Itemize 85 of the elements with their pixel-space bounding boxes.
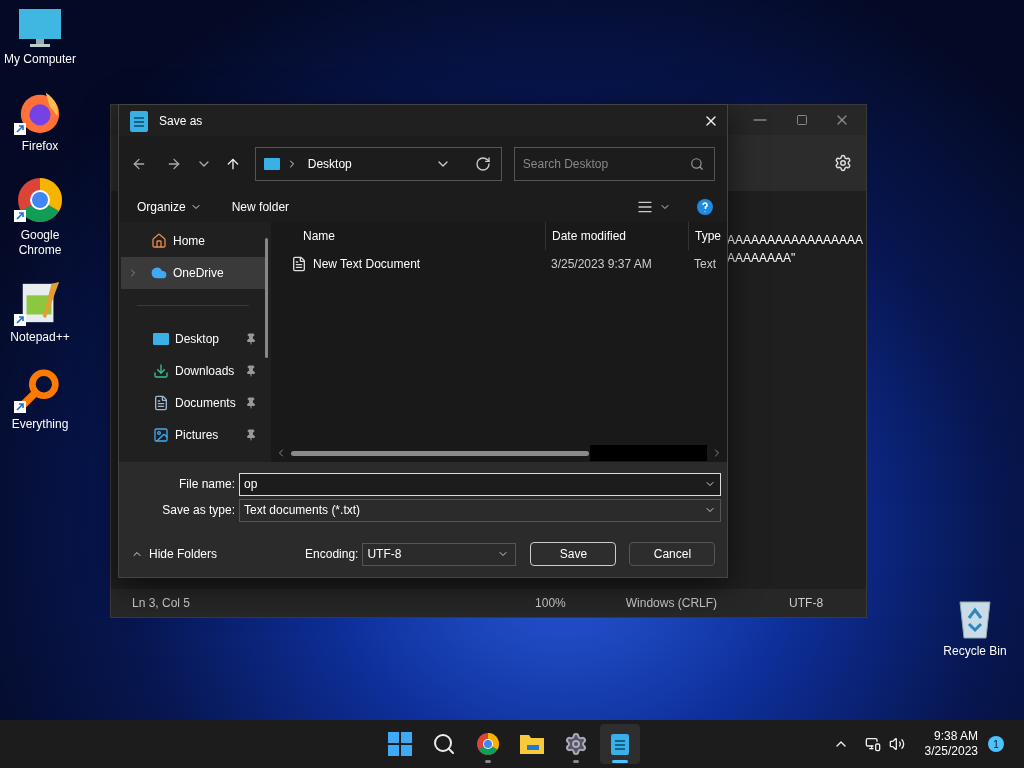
status-text: Windows (CRLF) <box>625 595 718 612</box>
running-indicator <box>485 760 491 763</box>
navigation-item[interactable]: Home <box>121 225 266 257</box>
new-folder-button[interactable]: New folder <box>231 198 290 216</box>
notepad-icon <box>610 732 630 756</box>
desktop-folder-icon <box>153 332 169 346</box>
navigation-label: Desktop <box>175 331 220 348</box>
notepad-icon <box>129 108 149 133</box>
picture-icon <box>153 427 169 443</box>
file-row[interactable]: New Text Document 3/25/2023 9:37 AM Text <box>271 250 727 278</box>
home-icon <box>151 233 167 249</box>
navigation-label: Downloads <box>175 363 235 380</box>
file-name: New Text Document <box>313 256 421 273</box>
document-icon <box>153 395 169 411</box>
column-header[interactable]: Type <box>688 222 727 250</box>
dialog-button[interactable]: Save <box>530 542 617 566</box>
scrollbar-thumb[interactable] <box>265 238 269 358</box>
help-icon[interactable] <box>697 199 713 215</box>
encoding-dropdown[interactable]: UTF-8 <box>362 542 517 566</box>
save-type-dropdown[interactable]: Text documents (*.txt) <box>239 498 721 522</box>
view-list-icon[interactable] <box>637 199 653 215</box>
network-icon[interactable] <box>864 736 881 752</box>
navigation-item[interactable]: Downloads <box>121 355 266 387</box>
address-bar[interactable]: Desktop <box>254 147 502 181</box>
navigation-label: Documents <box>175 395 236 412</box>
navigation-item[interactable]: OneDrive <box>121 257 266 289</box>
folder-icon <box>519 733 545 755</box>
search-icon <box>432 732 456 756</box>
search-input[interactable]: Search Desktop <box>522 155 690 173</box>
desktop-icon-label[interactable]: Notepad++ <box>0 330 80 345</box>
desktop-icon-label[interactable]: Firefox <box>0 139 80 154</box>
file-name-value: op <box>244 476 259 493</box>
navigation-item[interactable]: Documents <box>121 387 266 419</box>
search-icon <box>690 157 704 171</box>
horizontal-scrollbar-thumb[interactable] <box>291 450 589 456</box>
navigation-item[interactable]: Desktop <box>121 323 266 355</box>
text-line: AAAAAAAAAAAAAAAAA <box>727 232 864 249</box>
desktop-icon-label[interactable]: Google Chrome <box>0 228 80 258</box>
dialog-button[interactable]: Cancel <box>629 542 716 566</box>
file-name-label: File name: <box>177 476 236 493</box>
clock-date[interactable]: 3/25/2023 <box>924 744 978 759</box>
save-type-label: Save as type: <box>161 502 236 519</box>
encoding-label: Encoding: <box>305 546 359 563</box>
clock-time[interactable]: 9:38 AM <box>933 729 978 744</box>
status-text: 100% <box>535 595 566 612</box>
monitor-icon <box>18 8 62 48</box>
refresh-icon[interactable] <box>474 156 491 172</box>
maximize-icon[interactable] <box>796 114 808 126</box>
navigation-label: OneDrive <box>173 265 224 282</box>
encoding-value: UTF-8 <box>367 546 403 563</box>
dialog-title: Save as <box>159 112 203 130</box>
running-indicator <box>612 760 628 763</box>
search-field[interactable]: Search Desktop <box>513 147 715 181</box>
status-text: UTF-8 <box>789 595 824 612</box>
file-name-field[interactable]: op <box>239 472 721 496</box>
hide-folders-button[interactable]: Hide Folders <box>131 545 218 563</box>
address-path[interactable]: Desktop <box>307 155 352 173</box>
text-line: AAAAAAAA" <box>727 250 796 267</box>
file-date: 3/25/2023 9:37 AM <box>550 256 653 273</box>
desktop-icon-label[interactable]: Recycle Bin <box>935 644 1015 659</box>
navigation-label: Home <box>173 233 205 250</box>
navigation-label: Pictures <box>175 427 219 444</box>
windows-logo-icon <box>388 732 412 756</box>
gear-icon <box>564 732 588 756</box>
desktop-icon-label[interactable]: Everything <box>0 417 80 432</box>
text-file-icon <box>291 256 307 272</box>
cloud-icon <box>151 265 167 281</box>
settings-icon[interactable] <box>834 154 852 172</box>
organize-button[interactable]: Organize <box>137 198 202 216</box>
column-header[interactable]: Name <box>271 222 545 250</box>
notification-badge[interactable]: 1 <box>988 736 1004 752</box>
chrome-icon <box>16 176 64 224</box>
chrome-icon <box>476 732 500 756</box>
column-header[interactable]: Date modified <box>545 222 688 250</box>
save-type-value: Text documents (*.txt) <box>244 502 362 519</box>
back-icon[interactable] <box>131 156 147 172</box>
navigation-item[interactable]: Pictures <box>121 419 266 451</box>
file-type: Text <box>693 256 717 273</box>
desktop-folder-icon <box>263 157 280 171</box>
download-icon <box>153 363 169 379</box>
status-text: Ln 3, Col 5 <box>132 595 191 612</box>
running-indicator <box>573 760 579 763</box>
taskbar-button[interactable] <box>600 724 640 764</box>
desktop-icon-label[interactable]: My Computer <box>0 52 80 67</box>
volume-icon[interactable] <box>888 736 905 752</box>
